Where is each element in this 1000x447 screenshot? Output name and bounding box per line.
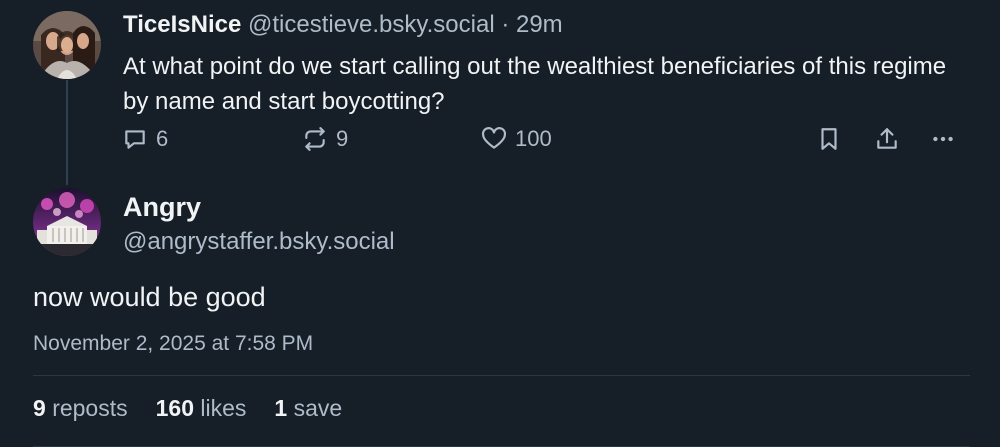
focused-author-name[interactable]: Angry [123, 191, 201, 223]
saves-stat[interactable]: 1 save [274, 393, 342, 423]
more-icon [933, 136, 953, 142]
repost-count: 9 [336, 126, 349, 151]
share-icon [877, 128, 897, 149]
header-separator: · [494, 11, 516, 38]
avatar-image [33, 188, 101, 256]
parent-author-name[interactable]: TiceIsNice [123, 11, 241, 38]
bookmark-icon [821, 128, 837, 150]
repost-button[interactable]: 9 [302, 124, 348, 154]
focused-post-text: now would be good [33, 282, 266, 312]
reposts-count: 9 [33, 395, 46, 421]
more-options-button[interactable] [930, 124, 956, 154]
thread-connector-line [66, 80, 68, 185]
bookmark-button[interactable] [816, 124, 842, 154]
focused-post-timestamp: November 2, 2025 at 7:58 PM [33, 332, 314, 355]
parent-post-time[interactable]: 29m [516, 11, 563, 38]
parent-post-header: TiceIsNice @ticestieve.bsky.social · 29m [123, 11, 563, 39]
focused-author-avatar[interactable] [33, 188, 101, 256]
saves-label: save [293, 395, 343, 421]
likes-label: likes [200, 395, 247, 421]
avatar-image [33, 11, 101, 79]
share-button[interactable] [874, 124, 900, 154]
reply-icon [125, 130, 145, 149]
likes-stat[interactable]: 160 likes [156, 393, 247, 423]
likes-count: 160 [155, 395, 194, 421]
like-count: 100 [515, 126, 552, 151]
focused-author-handle[interactable]: @angrystaffer.bsky.social [123, 227, 395, 257]
heart-icon [482, 127, 506, 149]
reply-count: 6 [156, 126, 169, 151]
post-stats: 9 reposts 160 likes 1 save [33, 393, 342, 423]
reposts-stat[interactable]: 9 reposts [33, 393, 128, 423]
repost-icon [305, 127, 325, 151]
saves-count: 1 [274, 395, 288, 421]
reply-button[interactable]: 6 [122, 124, 168, 154]
reposts-label: reposts [52, 395, 128, 421]
divider [33, 375, 970, 376]
parent-post-text: At what point do we start calling out th… [123, 53, 947, 115]
parent-author-handle[interactable]: @ticestieve.bsky.social [248, 11, 495, 38]
parent-author-avatar[interactable] [33, 11, 101, 79]
parent-author-handle-text: @ticestieve.bsky.social [247, 11, 495, 38]
like-button[interactable]: 100 [481, 124, 552, 154]
